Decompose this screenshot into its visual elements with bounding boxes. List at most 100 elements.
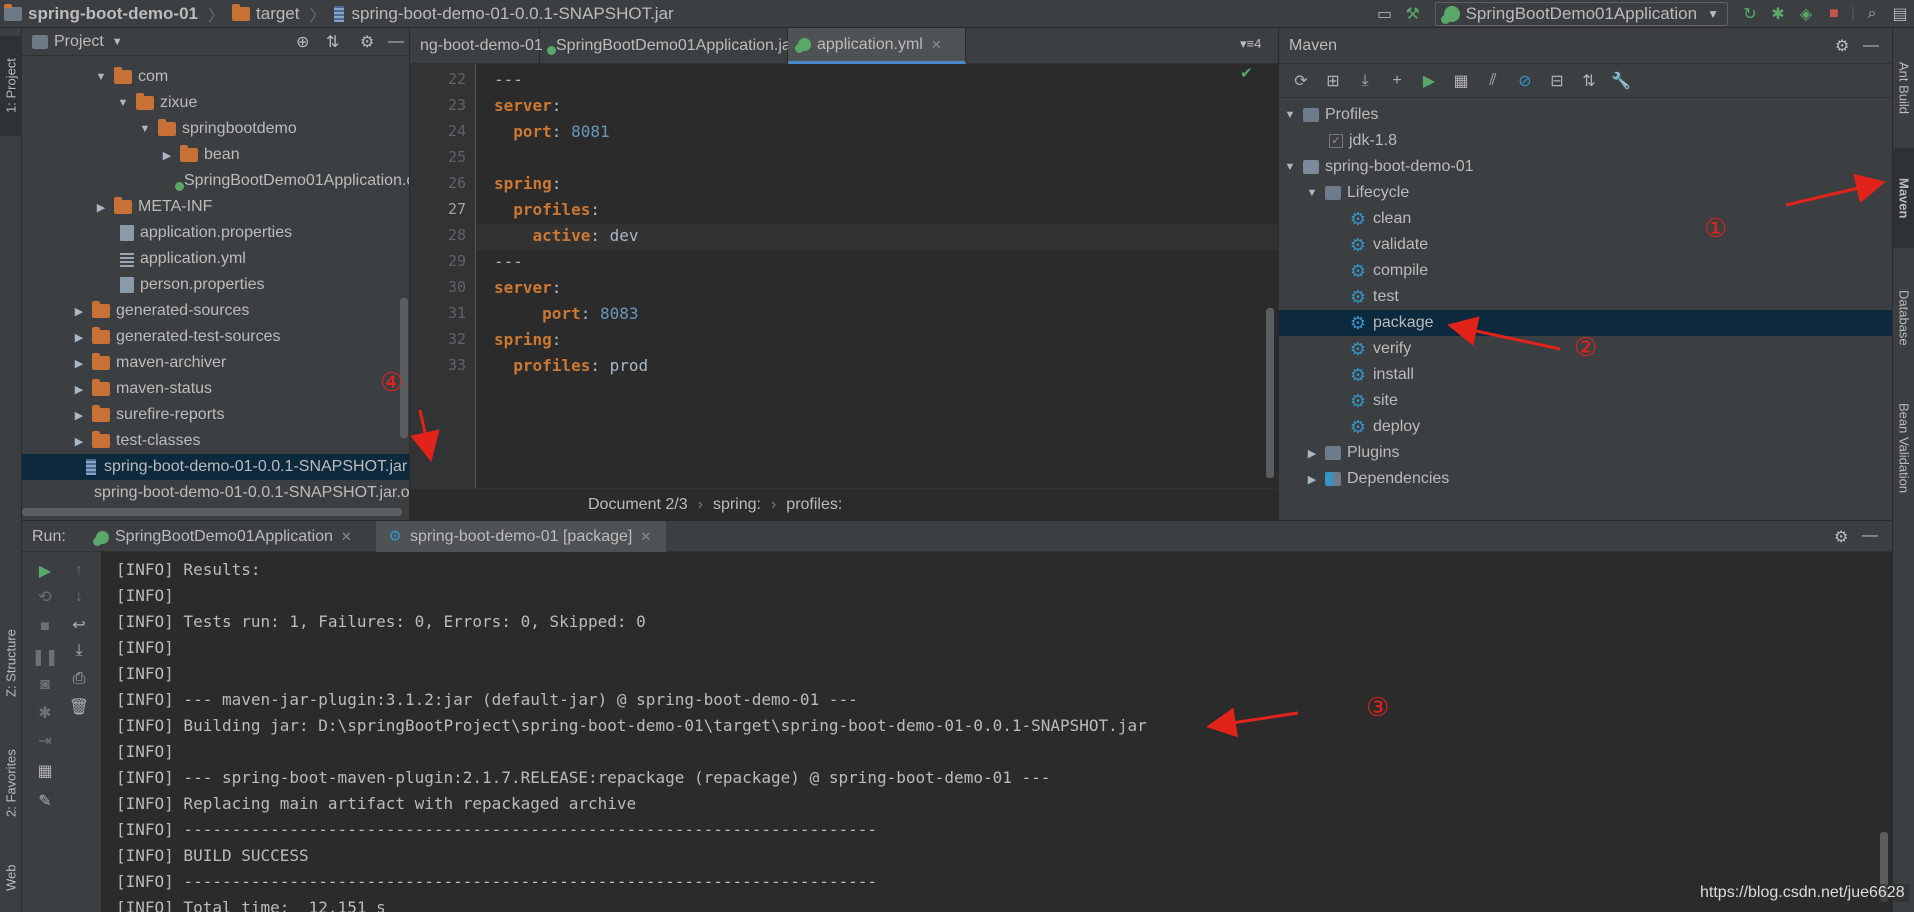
tab-overflow-button[interactable]: ▾≡4 [1240,36,1261,52]
editor-tab-active[interactable]: application.yml ✕ [788,28,966,64]
code-line[interactable]: server: [494,96,561,115]
breadcrumb-item[interactable]: spring: [713,496,761,514]
gear-icon[interactable]: ⚙ [360,32,374,52]
execute-goal-icon[interactable]: ▦ [1445,67,1477,95]
code-line[interactable]: profiles: [494,200,600,219]
code-line[interactable]: spring: [494,330,561,349]
arrow-up-icon[interactable]: ↑ [66,558,92,584]
scroll-to-end-icon[interactable]: ⤓ [66,638,92,664]
rerun-icon[interactable]: ↻ [1736,0,1764,28]
close-icon[interactable]: ✕ [341,529,352,545]
nav-folder[interactable]: target [228,0,305,28]
tree-item[interactable]: ▶ test-classes [22,428,409,454]
stop-icon[interactable]: ■ [32,614,58,640]
project-view-selector[interactable]: Project ▼ [32,33,123,51]
maven-phase-item[interactable]: ⚙ install [1279,362,1892,388]
terminal-icon[interactable]: ▭ [1371,0,1399,28]
tool-tab-ant-build[interactable]: Ant Build [1893,38,1914,138]
locate-icon[interactable]: ⊕ [296,32,309,52]
modify-run-icon[interactable]: ⟲ [32,584,58,610]
layout-icon[interactable]: ▦ [32,758,58,784]
skip-tests-icon[interactable]: ⊘ [1509,67,1541,95]
plus-icon[interactable]: + [1381,67,1413,95]
tree-item-selected[interactable]: spring-boot-demo-01-0.0.1-SNAPSHOT.jar [22,454,409,480]
tree-item[interactable]: ▼ zixue [22,90,409,116]
tool-tab-structure[interactable]: Z: Structure [0,608,22,718]
bug-icon[interactable]: ✱ [32,700,58,726]
code-line[interactable]: spring: [494,174,561,193]
maven-tree-item[interactable]: ▼ Lifecycle [1279,180,1892,206]
print-icon[interactable]: ⎙ [66,666,92,692]
maven-phase-item[interactable]: ⚙ test [1279,284,1892,310]
tool-tab-bean-validation[interactable]: Bean Validation [1893,383,1914,513]
nav-file[interactable]: spring-boot-demo-01-0.0.1-SNAPSHOT.jar [330,0,680,28]
breadcrumb-item[interactable]: Document 2/3 [588,496,688,514]
collapse-all-icon[interactable]: ⇅ [1573,67,1605,95]
tree-item[interactable]: person.properties [22,272,409,298]
stop-icon[interactable]: ■ [1820,0,1848,28]
close-icon[interactable]: ✕ [640,529,651,545]
vcs-icon[interactable]: ▤ [1886,0,1914,28]
hide-icon[interactable]: — [388,33,404,51]
trash-icon[interactable]: 🗑 [66,694,92,720]
tree-item[interactable]: ▼ com [22,64,409,90]
pin-icon[interactable]: ✎ [32,788,58,814]
tree-item[interactable]: spring-boot-demo-01-0.0.1-SNAPSHOT.jar.o… [22,480,409,506]
show-dependencies-icon[interactable]: ⊟ [1541,67,1573,95]
horizontal-scrollbar[interactable] [22,508,402,516]
console-output[interactable]: [INFO] Results: [INFO] [INFO] Tests run:… [102,552,1892,912]
maven-profile-item[interactable]: ✓ jdk-1.8 [1279,128,1892,154]
camera-icon[interactable]: ◙ [32,672,58,698]
code-line[interactable]: --- [494,70,523,89]
coverage-icon[interactable]: ◈ [1792,0,1820,28]
tree-item[interactable]: ▶ generated-sources [22,298,409,324]
run-tab-active[interactable]: ⚙ spring-boot-demo-01 [package] ✕ [376,521,666,553]
maven-tree-item[interactable]: ▼ spring-boot-demo-01 [1279,154,1892,180]
reload-icon[interactable]: ⟳ [1285,67,1317,95]
hide-icon[interactable]: — [1863,37,1879,55]
tree-item[interactable]: ▶ surefire-reports [22,402,409,428]
editor-tab[interactable]: SpringBootDemo01Application.java ✕ [540,28,827,64]
tree-item[interactable]: ▼ springbootdemo [22,116,409,142]
tree-item[interactable]: application.properties [22,220,409,246]
toggle-offline-icon[interactable]: ⫽ [1477,67,1509,95]
debug-icon[interactable]: ✱ [1764,0,1792,28]
tool-tab-web[interactable]: Web [0,848,22,908]
collapse-icon[interactable]: ⇅ [326,32,339,52]
code-line[interactable]: active: dev [494,226,639,245]
checkbox-checked-icon[interactable]: ✓ [1329,134,1343,148]
tool-tab-database[interactable]: Database [1893,268,1914,368]
soft-wrap-icon[interactable]: ↩ [66,612,92,638]
wrench-icon[interactable]: 🔧 [1605,67,1637,95]
editor-tab[interactable]: ng-boot-demo-01 [410,28,543,64]
code-line[interactable]: --- [494,252,523,271]
maven-tree-item[interactable]: ▶ Dependencies [1279,466,1892,492]
close-icon[interactable]: ✕ [931,37,942,53]
maven-phase-item[interactable]: ⚙ deploy [1279,414,1892,440]
search-icon[interactable]: ⌕ [1858,0,1886,28]
code-line[interactable]: profiles: prod [494,356,648,375]
tool-tab-favorites[interactable]: 2: Favorites [0,728,22,838]
arrow-down-icon[interactable]: ↓ [66,584,92,610]
tool-tab-project[interactable]: 1: Project [0,36,22,136]
run-icon[interactable]: ▶ [1413,67,1445,95]
build-hammer-icon[interactable]: ⚒ [1399,0,1427,28]
maven-phase-item[interactable]: ⚙ validate [1279,232,1892,258]
tree-item[interactable]: ▶ bean [22,142,409,168]
maven-tree-item[interactable]: ▶ Plugins [1279,440,1892,466]
tree-item[interactable]: ▶ generated-test-sources [22,324,409,350]
tree-item[interactable]: application.yml [22,246,409,272]
code-line[interactable]: port: 8081 [494,122,609,141]
tree-item[interactable]: ▶ maven-archiver [22,350,409,376]
pause-icon[interactable]: ❚❚ [32,644,59,670]
maven-phase-item[interactable]: ⚙ site [1279,388,1892,414]
nav-project[interactable]: spring-boot-demo-01 [0,0,204,28]
tool-tab-maven[interactable]: Maven [1893,148,1914,248]
run-configuration-select[interactable]: SpringBootDemo01Application ▼ [1434,2,1728,26]
maven-phase-item[interactable]: ⚙ compile [1279,258,1892,284]
code-line[interactable]: server: [494,278,561,297]
hide-icon[interactable]: — [1862,527,1878,545]
tree-item[interactable]: SpringBootDemo01Application.class [22,168,409,194]
tree-item[interactable]: ▶ META-INF [22,194,409,220]
breadcrumb-item[interactable]: profiles: [786,496,842,514]
